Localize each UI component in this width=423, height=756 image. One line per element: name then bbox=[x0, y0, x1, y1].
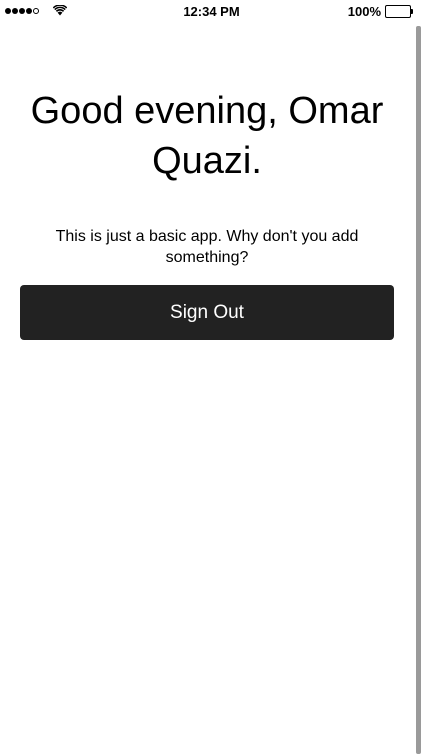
subtitle-text: This is just a basic app. Why don't you … bbox=[55, 228, 359, 266]
scrollbar-thumb[interactable] bbox=[416, 26, 421, 754]
battery-percent: 100% bbox=[347, 4, 381, 19]
battery-indicator: 100% bbox=[347, 4, 413, 19]
greeting-heading: Good evening, Omar Quazi. bbox=[30, 90, 384, 182]
status-bar: 12:34 PM 100% bbox=[0, 0, 415, 24]
main-content: Good evening, Omar Quazi. This is just a… bbox=[20, 24, 394, 340]
battery-icon bbox=[385, 5, 413, 18]
sign-out-button[interactable]: Sign Out bbox=[20, 285, 394, 340]
app-screen: 12:34 PM 100% Good evening, Omar Quazi. … bbox=[0, 0, 423, 756]
